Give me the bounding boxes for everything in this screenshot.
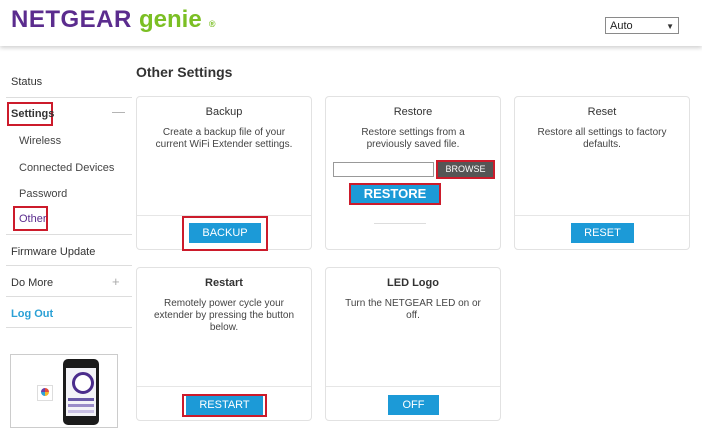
sidebar-item-status[interactable]: Status — [11, 76, 42, 88]
file-path-input[interactable] — [333, 162, 434, 177]
card-divider — [374, 223, 426, 224]
page-title: Other Settings — [136, 64, 233, 80]
genie-app-icon — [37, 385, 53, 401]
reset-title: Reset — [587, 106, 617, 118]
collapse-icon[interactable]: — — [112, 104, 125, 119]
phone-screen — [66, 368, 96, 416]
divider — [6, 327, 132, 328]
reset-description: Restore all settings to factory defaults… — [537, 127, 667, 150]
logo-brand-text: NETGEAR — [11, 6, 132, 33]
sidebar-nav: Status Settings — Wireless Connected Dev… — [0, 46, 140, 434]
led-logo-title: LED Logo — [387, 277, 439, 289]
logo-registered-mark: ® — [208, 19, 217, 29]
top-header: NETGEAR genie ® Auto ▼ — [0, 0, 702, 46]
divider — [6, 97, 132, 98]
restore-title: Restore — [393, 106, 433, 118]
sidebar-item-do-more[interactable]: Do More — [11, 277, 53, 289]
reset-button[interactable]: RESET — [571, 223, 634, 243]
phone-bar-icon — [68, 404, 94, 407]
divider — [6, 265, 132, 266]
backup-title: Backup — [205, 106, 243, 118]
phone-bar-icon — [68, 398, 94, 401]
sidebar-item-firmware-update[interactable]: Firmware Update — [11, 246, 95, 258]
sidebar-item-password[interactable]: Password — [19, 188, 67, 200]
backup-description: Create a backup file of your current WiF… — [155, 127, 293, 150]
restart-description: Remotely power cycle your extender by pr… — [153, 298, 295, 333]
phone-bar-icon — [68, 410, 94, 413]
logo-genie-text: genie — [139, 6, 202, 33]
restore-button[interactable]: RESTORE — [351, 185, 439, 203]
sidebar-item-log-out[interactable]: Log Out — [11, 308, 53, 320]
sidebar-item-wireless[interactable]: Wireless — [19, 135, 61, 147]
expand-plus-icon[interactable]: + — [112, 274, 120, 289]
card-divider — [515, 215, 689, 216]
divider — [6, 296, 132, 297]
speed-gauge-icon — [72, 372, 94, 394]
browse-button[interactable]: BROWSE — [438, 162, 493, 177]
card-divider — [326, 386, 500, 387]
phone-icon — [63, 359, 99, 425]
restart-title: Restart — [205, 277, 243, 289]
divider — [6, 234, 132, 235]
sidebar-item-settings[interactable]: Settings — [11, 108, 54, 120]
card-divider — [137, 386, 311, 387]
sidebar-item-other[interactable]: Other — [19, 213, 47, 225]
sidebar-item-connected-devices[interactable]: Connected Devices — [19, 162, 114, 174]
netgear-genie-logo: NETGEAR genie ® — [11, 6, 216, 34]
restart-button[interactable]: RESTART — [186, 396, 263, 415]
led-logo-description: Turn the NETGEAR LED on or off. — [345, 298, 481, 321]
led-off-button[interactable]: OFF — [388, 395, 439, 415]
genie-app-promo[interactable] — [10, 354, 118, 428]
restore-description: Restore settings from a previously saved… — [361, 127, 465, 150]
language-select-value: Auto — [610, 20, 633, 32]
backup-button[interactable]: BACKUP — [189, 223, 261, 243]
language-select[interactable]: Auto ▼ — [605, 17, 679, 34]
chevron-down-icon: ▼ — [666, 22, 674, 31]
